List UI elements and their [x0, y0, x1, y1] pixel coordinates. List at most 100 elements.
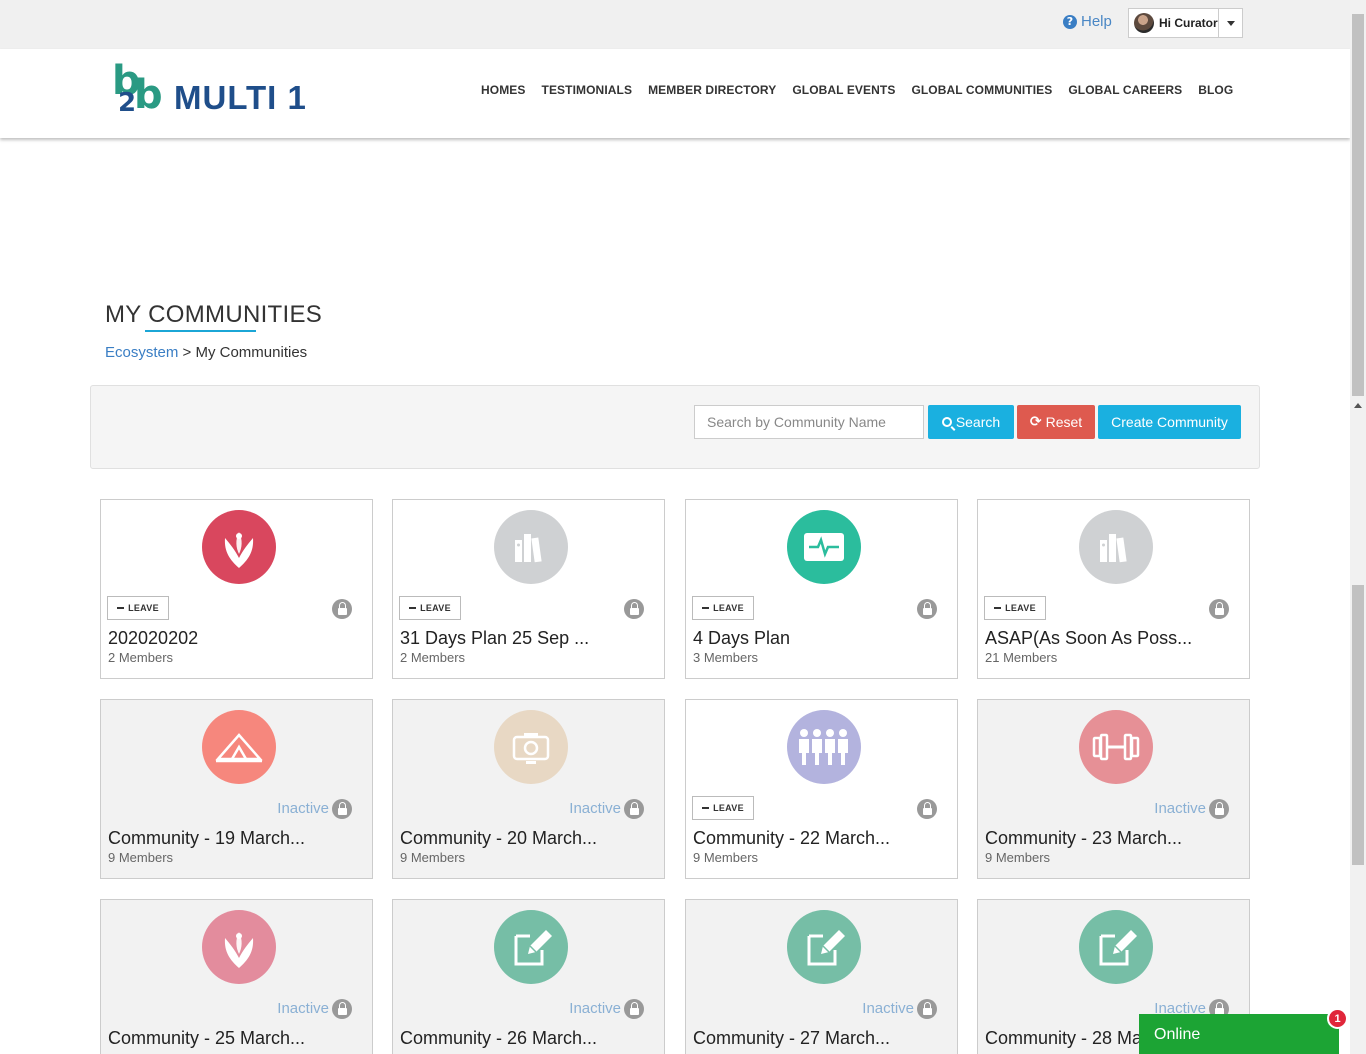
community-card[interactable]: LEAVE Community - 22 March... 9 Members — [685, 699, 958, 879]
site-header: b2b MULTI 1 HOMES TESTIMONIALS MEMBER DIRE… — [0, 49, 1350, 138]
lock-icon — [332, 599, 352, 619]
minus-icon — [994, 607, 1002, 609]
page-scrollbar[interactable] — [1350, 0, 1366, 1054]
minus-icon — [702, 807, 710, 809]
online-chat-widget[interactable]: Online — [1139, 1014, 1339, 1054]
community-card[interactable]: LEAVE 202020202 2 Members — [100, 499, 373, 679]
community-card[interactable]: LEAVE 4 Days Plan 3 Members — [685, 499, 958, 679]
minus-icon — [117, 607, 125, 609]
edit-document-icon[interactable] — [787, 910, 861, 984]
lock-icon — [917, 799, 937, 819]
leave-button[interactable]: LEAVE — [692, 596, 754, 620]
leave-button[interactable]: LEAVE — [692, 796, 754, 820]
community-search-input[interactable] — [694, 405, 924, 439]
reset-button-label: Reset — [1045, 414, 1083, 430]
community-card[interactable]: Inactive Community - 27 March... — [685, 899, 958, 1054]
dumbbell-icon[interactable] — [1079, 710, 1153, 784]
leave-label: LEAVE — [713, 803, 744, 813]
community-card[interactable]: Inactive Community - 20 March... 9 Members — [392, 699, 665, 879]
search-button[interactable]: Search — [928, 405, 1014, 439]
heartbeat-monitor-icon[interactable] — [787, 510, 861, 584]
scrollbar-thumb[interactable] — [1352, 14, 1364, 396]
nav-item-homes[interactable]: HOMES — [481, 83, 526, 97]
help-link[interactable]: ? Help — [1063, 13, 1112, 30]
leave-label: LEAVE — [713, 603, 744, 613]
nav-item-global-communities[interactable]: GLOBAL COMMUNITIES — [911, 83, 1052, 97]
leave-button[interactable]: LEAVE — [399, 596, 461, 620]
avatar — [1134, 13, 1154, 33]
user-menu-dropdown-toggle[interactable] — [1219, 9, 1242, 37]
leave-button[interactable]: LEAVE — [984, 596, 1046, 620]
community-member-count: 9 Members — [985, 850, 1051, 865]
breadcrumb-separator: > — [178, 344, 196, 361]
books-icon[interactable] — [494, 510, 568, 584]
community-member-count: 2 Members — [400, 650, 466, 665]
community-name[interactable]: 4 Days Plan — [693, 628, 790, 649]
community-name[interactable]: Community - 25 March... — [108, 1028, 305, 1049]
nav-item-testimonials[interactable]: TESTIMONIALS — [542, 83, 633, 97]
nav-item-global-careers[interactable]: GLOBAL CAREERS — [1068, 83, 1182, 97]
inactive-status: Inactive — [277, 1000, 329, 1017]
community-name[interactable]: Community - 28 Ma — [985, 1028, 1142, 1049]
edit-document-icon[interactable] — [1079, 910, 1153, 984]
lotus-icon[interactable] — [202, 910, 276, 984]
tent-icon[interactable] — [202, 710, 276, 784]
community-card[interactable]: Inactive Community - 26 March... — [392, 899, 665, 1054]
books-icon[interactable] — [1079, 510, 1153, 584]
community-name[interactable]: Community - 26 March... — [400, 1028, 597, 1049]
community-card[interactable]: LEAVE ASAP(As Soon As Poss... 21 Members — [977, 499, 1250, 679]
community-member-count: 3 Members — [693, 650, 759, 665]
community-name[interactable]: 202020202 — [108, 628, 198, 649]
community-name[interactable]: 31 Days Plan 25 Sep ... — [400, 628, 589, 649]
nav-item-blog[interactable]: BLOG — [1198, 83, 1233, 97]
community-member-count: 9 Members — [693, 850, 759, 865]
community-member-count: 9 Members — [108, 850, 174, 865]
online-chat-label: Online — [1154, 1026, 1201, 1043]
refresh-icon: ⟳ — [1029, 414, 1042, 430]
inactive-status: Inactive — [1154, 800, 1206, 817]
user-greeting: Hi Curator — [1159, 16, 1218, 30]
caret-down-icon — [1226, 20, 1235, 26]
community-card[interactable]: Inactive Community - 23 March... 9 Members — [977, 699, 1250, 879]
nav-item-member-directory[interactable]: MEMBER DIRECTORY — [648, 83, 776, 97]
inactive-status: Inactive — [569, 1000, 621, 1017]
community-card[interactable]: Inactive Community - 25 March... — [100, 899, 373, 1054]
site-logo[interactable]: b2b MULTI 1 — [112, 59, 307, 119]
breadcrumb-ecosystem-link[interactable]: Ecosystem — [105, 344, 178, 361]
community-member-count: 9 Members — [400, 850, 466, 865]
scrollbar-thumb-lower[interactable] — [1352, 585, 1364, 865]
breadcrumb-current: My Communities — [195, 344, 308, 361]
community-card[interactable]: Inactive Community - 19 March... 9 Members — [100, 699, 373, 879]
lock-icon — [624, 599, 644, 619]
reset-button[interactable]: ⟳ Reset — [1017, 405, 1095, 439]
edit-document-icon[interactable] — [494, 910, 568, 984]
lock-icon — [332, 799, 352, 819]
people-icon[interactable] — [787, 710, 861, 784]
community-name[interactable]: ASAP(As Soon As Poss... — [985, 628, 1192, 649]
search-button-label: Search — [955, 414, 1001, 430]
user-menu: Hi Curator — [1128, 8, 1243, 38]
lotus-icon[interactable] — [202, 510, 276, 584]
scroll-up-arrow-icon[interactable] — [1354, 403, 1362, 408]
inactive-status: Inactive — [862, 1000, 914, 1017]
lock-icon — [917, 999, 937, 1019]
leave-label: LEAVE — [1005, 603, 1036, 613]
lock-icon — [624, 999, 644, 1019]
leave-button[interactable]: LEAVE — [107, 596, 169, 620]
community-name[interactable]: Community - 27 March... — [693, 1028, 890, 1049]
community-name[interactable]: Community - 20 March... — [400, 828, 597, 849]
create-community-button[interactable]: Create Community — [1098, 405, 1241, 439]
community-card[interactable]: LEAVE 31 Days Plan 25 Sep ... 2 Members — [392, 499, 665, 679]
community-name[interactable]: Community - 22 March... — [693, 828, 890, 849]
minus-icon — [409, 607, 417, 609]
user-menu-button[interactable]: Hi Curator — [1129, 9, 1219, 37]
community-name[interactable]: Community - 23 March... — [985, 828, 1182, 849]
top-utility-bar: ? Help Hi Curator — [0, 0, 1350, 49]
camera-icon[interactable] — [494, 710, 568, 784]
nav-item-global-events[interactable]: GLOBAL EVENTS — [792, 83, 895, 97]
lock-icon — [1209, 599, 1229, 619]
community-name[interactable]: Community - 19 March... — [108, 828, 305, 849]
question-circle-icon: ? — [1063, 14, 1077, 29]
community-member-count: 2 Members — [108, 650, 174, 665]
leave-label: LEAVE — [128, 603, 159, 613]
